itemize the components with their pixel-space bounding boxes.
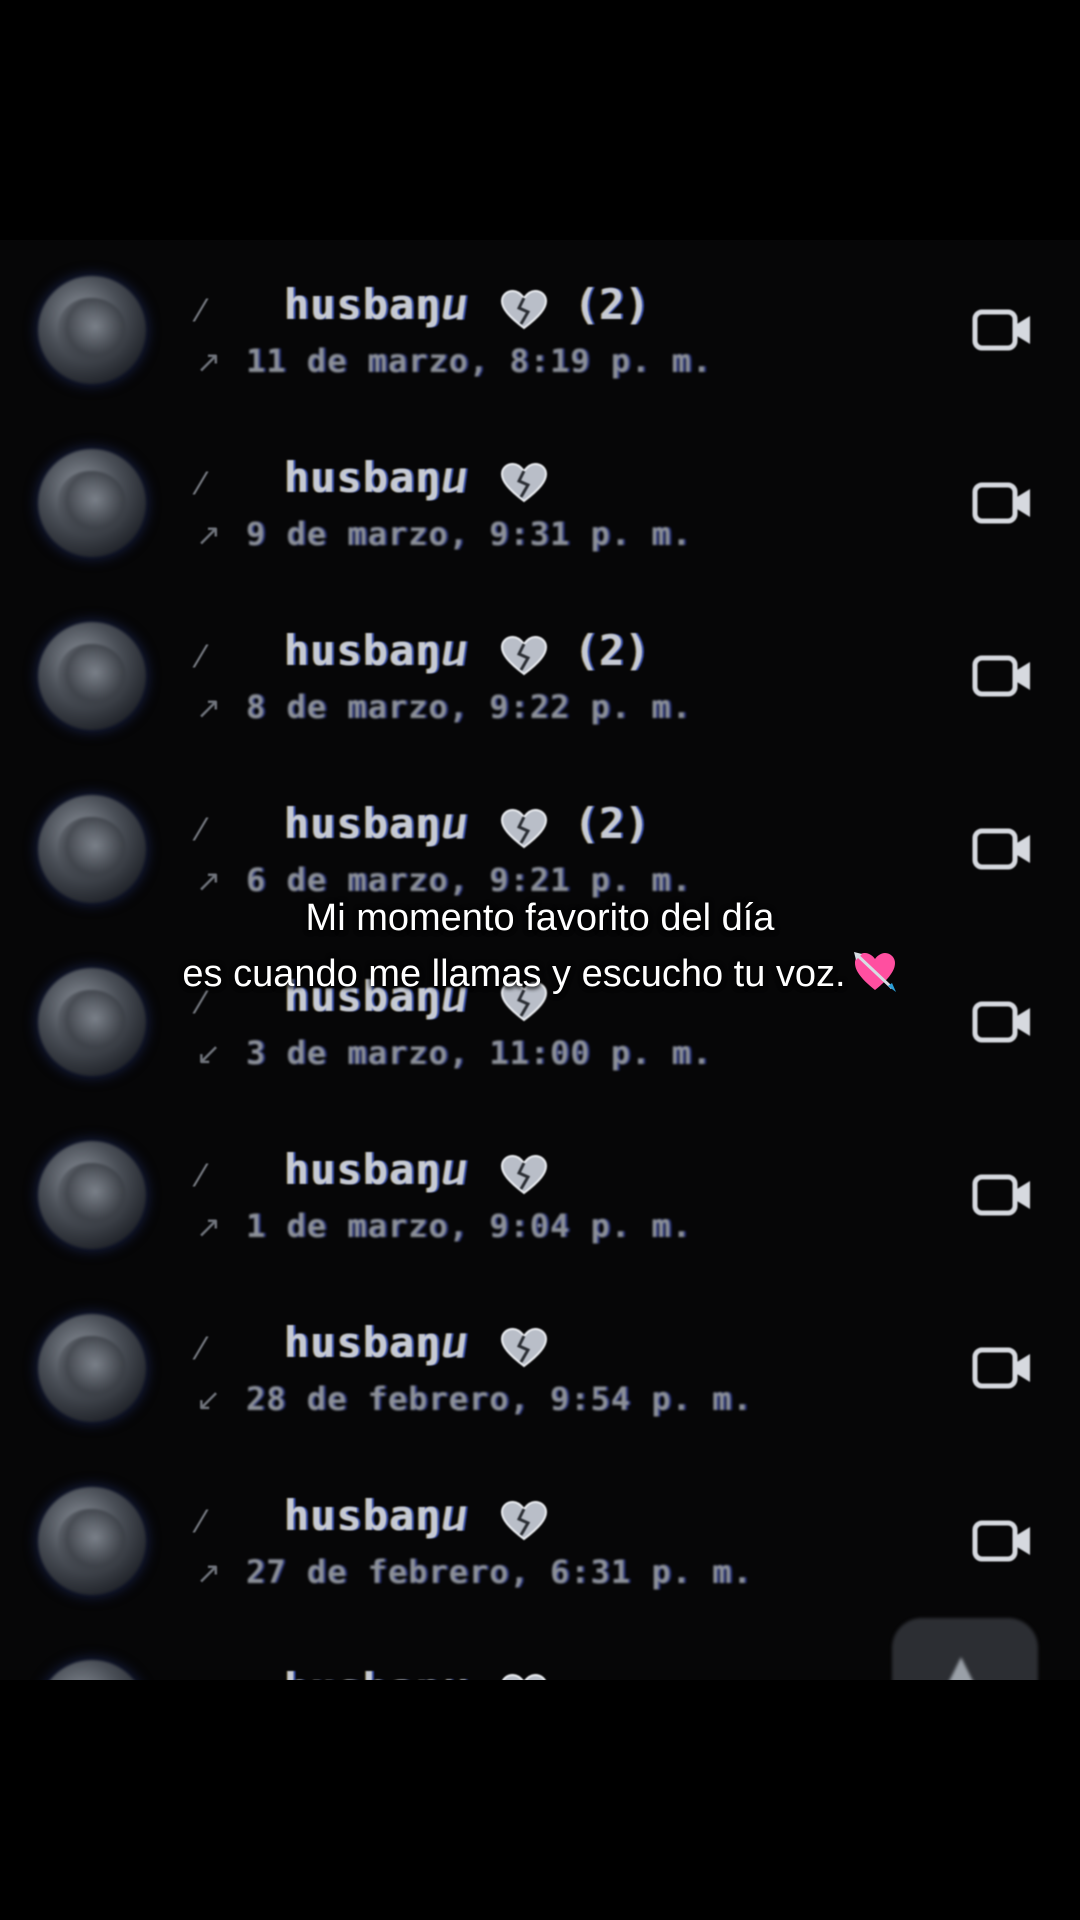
sparkle-slash-icon: ⁄ xyxy=(198,1159,204,1194)
contact-name: husbaŋⴎ xyxy=(284,626,468,675)
sparkle-slash-icon: ⁄ xyxy=(198,294,204,329)
call-count: (2) xyxy=(574,626,650,675)
call-log-row[interactable]: ⁄ husbaŋⴎ (2) ↗ 8 de marzo, 9:22 p. m. xyxy=(0,602,1080,776)
call-time: 8 de marzo, 9:22 p. m. xyxy=(246,688,692,726)
broken-heart-icon xyxy=(500,289,548,330)
broken-heart-icon xyxy=(502,1673,546,1680)
contact-name: husbaŋⴎ xyxy=(284,1664,468,1680)
broken-heart-icon xyxy=(500,808,548,849)
avatar[interactable] xyxy=(38,449,146,557)
contact-name: husbaŋⴎ xyxy=(284,1318,468,1367)
avatar[interactable] xyxy=(38,622,146,730)
video-call-button[interactable] xyxy=(972,1517,1034,1565)
avatar-photo xyxy=(58,1163,126,1227)
broken-heart-icon xyxy=(500,1327,548,1368)
new-call-button[interactable]: ▲ xyxy=(892,1618,1038,1680)
video-call-button[interactable] xyxy=(972,825,1034,873)
avatar-photo xyxy=(58,1336,126,1400)
avatar-photo xyxy=(58,817,126,881)
sparkle-slash-icon: ⁄ xyxy=(198,1505,204,1540)
avatar-photo xyxy=(58,1509,126,1573)
dialpad-icon: ▲ xyxy=(948,1648,975,1680)
contact-name: husbaŋⴎ xyxy=(284,799,468,848)
call-time: 9 de marzo, 9:31 p. m. xyxy=(246,515,692,553)
avatar[interactable] xyxy=(38,276,146,384)
arrow-up-right-icon: ↗ xyxy=(196,1210,222,1245)
sparkle-slash-icon: ⁄ xyxy=(198,640,204,675)
video-call-button[interactable] xyxy=(972,1344,1034,1392)
call-time: 3 de marzo, 11:00 p. m. xyxy=(246,1034,713,1072)
video-call-button[interactable] xyxy=(972,306,1034,354)
caption-line-1: Mi momento favorito del día xyxy=(305,897,775,939)
arrow-up-right-icon: ↗ xyxy=(196,345,222,380)
call-log-row[interactable]: ⁄ husbaŋⴎ ↗ 9 de marzo, 9:31 p. m. xyxy=(0,429,1080,603)
heart-with-arrow-icon xyxy=(853,952,896,992)
call-time: 11 de marzo, 8:19 p. m. xyxy=(246,342,713,380)
avatar[interactable] xyxy=(38,795,146,903)
avatar[interactable] xyxy=(38,1141,146,1249)
avatar[interactable] xyxy=(38,1314,146,1422)
caption-line-2-text: es cuando me llamas y escucho tu voz. xyxy=(182,953,846,995)
broken-heart-icon xyxy=(500,1154,548,1195)
call-log-row[interactable]: ⁄ husbaŋⴎ (2) ↗ 11 de marzo, 8:19 p. m. xyxy=(0,256,1080,430)
call-time: 28 de febrero, 9:54 p. m. xyxy=(246,1380,753,1418)
arrow-up-right-icon: ↗ xyxy=(196,691,222,726)
avatar-photo xyxy=(58,644,126,708)
call-time: 1 de marzo, 9:04 p. m. xyxy=(246,1207,692,1245)
avatar[interactable] xyxy=(38,1487,146,1595)
video-call-button[interactable] xyxy=(972,479,1034,527)
sparkle-slash-icon: ⁄ xyxy=(198,1332,204,1367)
contact-name: husbaŋⴎ xyxy=(284,280,468,329)
sparkle-slash-icon: ⁄ xyxy=(198,467,204,502)
video-caption: Mi momento favorito del día es cuando me… xyxy=(0,890,1080,1002)
arrow-up-right-icon: ↗ xyxy=(196,1556,222,1591)
video-call-button[interactable] xyxy=(972,652,1034,700)
contact-name: husbaŋⴎ xyxy=(284,1491,468,1540)
contact-name: husbaŋⴎ xyxy=(284,1145,468,1194)
call-count: (2) xyxy=(574,280,650,329)
avatar-photo xyxy=(58,471,126,535)
arrow-down-left-icon: ↙ xyxy=(196,1383,222,1418)
broken-heart-icon xyxy=(500,635,548,676)
call-log-row[interactable]: ⁄ husbaŋⴎ ↙ 28 de febrero, 9:54 p. m. xyxy=(0,1294,1080,1468)
broken-heart-icon xyxy=(500,1500,548,1541)
broken-heart-icon xyxy=(500,462,548,503)
call-log-row[interactable]: ⁄ husbaŋⴎ ↗ 27 de febrero, 6:31 p. m. xyxy=(0,1467,1080,1641)
avatar[interactable] xyxy=(38,1660,146,1680)
call-time: 27 de febrero, 6:31 p. m. xyxy=(246,1553,753,1591)
arrow-down-left-icon: ↙ xyxy=(196,1037,222,1072)
arrow-up-right-icon: ↗ xyxy=(196,518,222,553)
contact-name: husbaŋⴎ xyxy=(284,453,468,502)
video-call-button[interactable] xyxy=(972,1171,1034,1219)
avatar-photo xyxy=(58,298,126,362)
call-log-row[interactable]: ⁄ husbaŋⴎ ↗ 1 de marzo, 9:04 p. m. xyxy=(0,1121,1080,1295)
call-count: (2) xyxy=(574,799,650,848)
sparkle-slash-icon: ⁄ xyxy=(198,813,204,848)
video-call-button[interactable] xyxy=(972,998,1034,1046)
caption-line-2: es cuando me llamas y escucho tu voz. xyxy=(0,946,1080,1002)
